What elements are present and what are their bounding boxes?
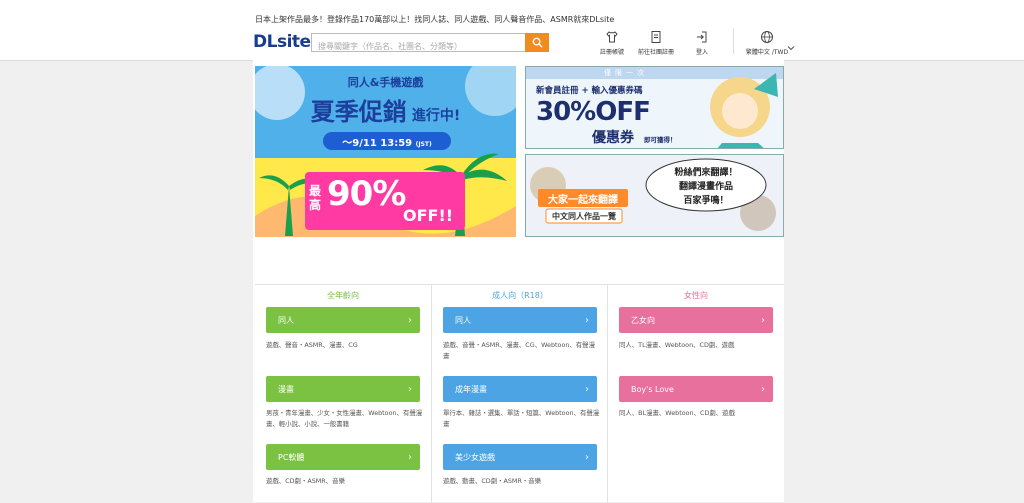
nav-circle-register[interactable]: 前往社團註冊 [636,30,676,56]
sale-off: OFF!! [403,206,454,225]
coupon-discount: 30%OFF [536,97,651,127]
category-title: 女性向 [684,291,708,300]
category-button-label: 乙女向 [631,315,655,325]
translation-subtitle: 中文同人作品一覽 [552,212,616,221]
login-icon [682,30,722,44]
site-logo[interactable]: DLsite [253,32,311,52]
category-button-label: PC軟體 [278,452,305,462]
category-button-label: 美少女遊戲 [455,452,495,462]
main-content: 同人&手機遊戲 夏季促銷 進行中! ～9/11 13:59 (JST) 最高 9… [253,60,784,503]
category-button-label: 成年漫畫 [455,384,487,394]
category-button-adult-doujin[interactable]: 同人 › [443,307,597,333]
category-desc: 遊戲、音聲・ASMR、漫畫、CG、Webtoon、有聲漫畫 [443,341,595,360]
category-desc: 單行本、雜誌・選集、單話・短篇、Webtoon、有聲漫畫 [443,409,600,428]
sale-discount: 90% [327,174,406,214]
category-button-label: 同人 [455,315,471,325]
translation-bubble-2: 翻譯漫畫作品 [678,182,733,192]
category-desc: 遊戲、CD劇・ASMR、音樂 [266,477,345,485]
sale-title: 夏季促銷 [310,98,407,126]
category-button-otome[interactable]: 乙女向 › [619,307,773,333]
category-button-doujin[interactable]: 同人 › [266,307,420,333]
category-desc: 同人、TL漫畫、Webtoon、CD劇、遊戲 [619,341,735,349]
sale-date: ～9/11 13:59 [342,138,413,149]
category-desc: 同人、BL漫畫、Webtoon、CD劇、遊戲 [619,409,735,417]
coupon-top-label: 僅限一次 [604,69,648,77]
book-icon [636,30,676,44]
chevron-right-icon: › [585,451,589,463]
chevron-right-icon: › [585,383,589,395]
category-button-label: Boy's Love [631,384,674,394]
chevron-down-icon [787,45,795,53]
category-desc: 遊戲、動畫、CD劇・ASMR・音樂 [443,477,542,485]
sale-date-row: ～9/11 13:59 (JST) [323,134,451,149]
chevron-right-icon: › [761,383,765,395]
category-button-pc-software[interactable]: PC軟體 › [266,444,420,470]
language-selector[interactable]: 繁體中文 /TWD [737,30,797,56]
header-divider [733,28,734,54]
category-section: 全年齡向 同人 › 遊戲、聲音・ASMR、漫畫、CG 漫畫 › 男孩・青年漫畫、少女… [255,284,784,503]
coupon-word: 優惠券 [592,130,634,146]
translation-bubble-3: 百家爭鳴！ [683,196,729,206]
shirt-icon [592,30,632,44]
category-button-label: 漫畫 [278,384,294,394]
nav-login[interactable]: 登入 [682,30,722,56]
sale-title-row: 夏季促銷 進行中! [255,92,516,127]
sale-tz: (JST) [415,141,432,148]
nav-register-label: 註冊帳號 [599,49,624,56]
category-button-bishoujo-games[interactable]: 美少女遊戲 › [443,444,597,470]
translation-banner[interactable]: 大家一起來翻譯 中文同人作品一覽 粉絲們來翻譯！ 翻譯漫畫作品 百家爭鳴！ [525,154,784,237]
nav-login-label: 登入 [695,49,708,56]
language-label: 繁體中文 /TWD [745,49,789,56]
search-input[interactable] [312,38,524,55]
category-button-manga[interactable]: 漫畫 › [266,376,420,402]
category-adult: 成人向（R18） 同人 › 遊戲、音聲・ASMR、漫畫、CG、Webtoon、有聲… [431,285,608,503]
category-title: 成人向（R18） [492,291,548,300]
category-desc: 遊戲、聲音・ASMR、漫畫、CG [266,341,358,349]
search-button[interactable] [525,33,549,52]
category-button-boys-love[interactable]: Boy's Love › [619,376,773,402]
category-title: 全年齡向 [327,291,359,300]
site-header: 日本上架作品最多！登錄作品170萬部以上！找同人誌、同人遊戲、同人聲音作品、AS… [0,0,1024,61]
category-all-ages: 全年齡向 同人 › 遊戲、聲音・ASMR、漫畫、CG 漫畫 › 男孩・青年漫畫、少女… [255,285,431,503]
category-button-label: 同人 [278,315,294,325]
translation-bubble-1: 粉絲們來翻譯！ [674,168,738,178]
coupon-line: 新會員註冊 + 輸入優惠券碼 [536,86,643,96]
chevron-right-icon: › [408,451,412,463]
summer-sale-banner[interactable]: 同人&手機遊戲 夏季促銷 進行中! ～9/11 13:59 (JST) 最高 9… [255,66,516,237]
translation-title: 大家一起來翻譯 [548,195,618,206]
category-button-adult-manga[interactable]: 成年漫畫 › [443,376,597,402]
page: 日本上架作品最多！登錄作品170萬部以上！找同人誌、同人遊戲、同人聲音作品、AS… [0,0,1024,503]
sale-subtitle: 同人&手機遊戲 [347,76,424,89]
chevron-right-icon: › [585,314,589,326]
nav-circle-register-label: 前往社團註冊 [637,49,674,56]
coupon-get-now: 即可獲得！ [644,136,677,144]
nav-register[interactable]: 註冊帳號 [592,30,632,56]
chevron-right-icon: › [761,314,765,326]
site-tagline: 日本上架作品最多！登錄作品170萬部以上！找同人誌、同人遊戲、同人聲音作品、AS… [255,15,615,24]
category-female: 女性向 乙女向 › 同人、TL漫畫、Webtoon、CD劇、遊戲 Boy's Lo… [607,285,784,503]
sale-title-suffix: 進行中! [411,108,461,124]
chevron-right-icon: › [408,383,412,395]
coupon-banner[interactable]: 僅限一次 新會員註冊 + 輸入優惠券碼 30%OFF 優惠券 即可獲得！ [525,66,784,149]
category-desc: 男孩・青年漫畫、少女・女性漫畫、Webtoon、有聲漫畫、輕小說、小說、一般書籍 [266,409,423,428]
sale-max-label: 最高 [309,184,322,212]
search-box [311,33,549,55]
chevron-right-icon: › [408,314,412,326]
globe-icon [737,30,797,44]
search-icon [532,37,543,48]
